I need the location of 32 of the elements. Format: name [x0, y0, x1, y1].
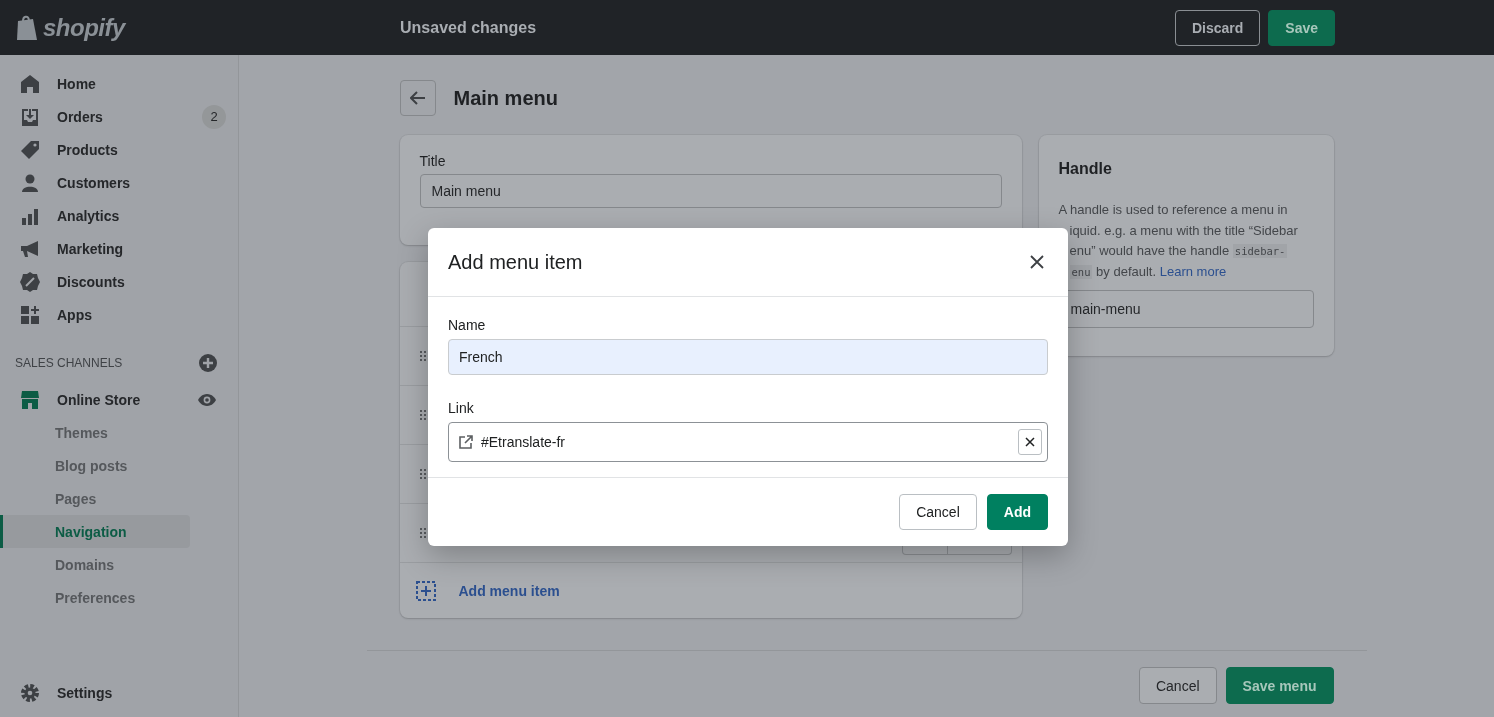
link-value: #Etranslate-fr [481, 434, 567, 450]
nav-item[interactable]: Products [0, 133, 238, 166]
status-text: Unsaved changes [400, 18, 538, 37]
discard-button[interactable]: Discard [1174, 9, 1261, 46]
cancel-button[interactable]: Cancel [899, 494, 977, 530]
link-field[interactable]: #Etranslate-fr [448, 422, 1048, 462]
name-field[interactable]: French [448, 339, 1048, 375]
add-button[interactable]: Add [986, 494, 1048, 530]
field-label: Link [448, 400, 475, 416]
section-heading: SALES CHANNELS [15, 356, 123, 370]
title-field[interactable]: Main menu [419, 174, 1002, 208]
logo-text: shopify [43, 13, 125, 42]
learn-more-link[interactable]: Learn more [1159, 263, 1227, 279]
save-button[interactable]: Save [1268, 9, 1335, 46]
nav-item[interactable]: Online Store [0, 383, 238, 416]
field-label: Title [419, 153, 447, 169]
nav-item[interactable]: Apps [0, 298, 238, 331]
nav-item[interactable]: Marketing [0, 232, 238, 265]
count-badge: 2 [202, 104, 226, 129]
settings-link[interactable]: Settings [57, 685, 238, 701]
nav-item[interactable]: Home [0, 67, 238, 100]
cancel-button[interactable]: Cancel [1138, 667, 1217, 704]
dialog-title: Add menu item [448, 250, 583, 274]
add-menu-item-link[interactable]: Add menu item [458, 582, 560, 599]
nav-item[interactable]: Discounts [0, 265, 238, 298]
nav-item[interactable]: Customers [0, 166, 238, 199]
page-title: Main menu [453, 86, 558, 110]
save-menu-button[interactable]: Save menu [1225, 667, 1334, 704]
nav-item[interactable]: Analytics [0, 199, 238, 232]
field-label: Name [448, 317, 487, 333]
card-heading: Handle [1058, 160, 1113, 178]
nav-item[interactable]: Orders 2 [0, 100, 238, 133]
